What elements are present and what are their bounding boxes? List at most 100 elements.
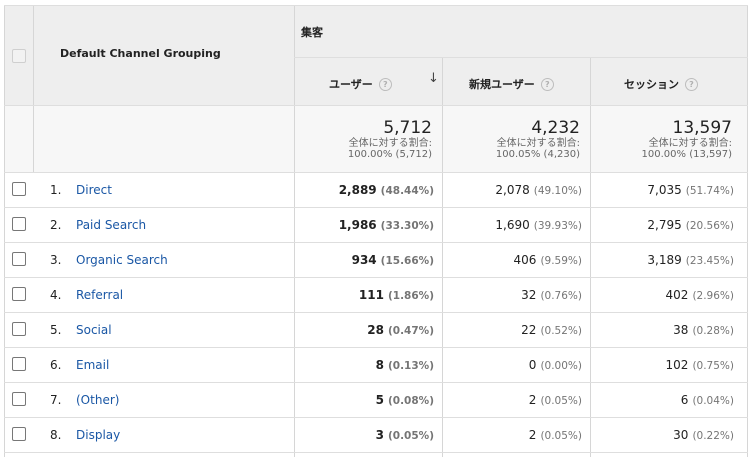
arrow-down-icon[interactable]: ↓ [428,71,439,86]
users-percent: (0.05%) [387,430,434,442]
channel-link[interactable]: Email [76,358,109,372]
users-percent: (48.44%) [380,185,434,197]
row-checkbox[interactable] [12,357,26,371]
table-row: 7. (Other) 5 (0.08%) 2 (0.05%) 6 (0.04%) [4,382,748,417]
channel-link[interactable]: Social [76,323,112,337]
sessions-column-label: セッション [624,78,679,91]
channel-link[interactable]: Organic Search [76,253,168,267]
users-column-header[interactable]: ユーザー? [329,76,392,92]
sessions-percent: (51.74%) [685,185,734,197]
new-users-percent: (0.05%) [540,430,582,442]
channel-link[interactable]: (Other) [76,393,119,407]
users-cell: 3 (0.05%) [376,428,434,442]
new-users-percent: (39.93%) [533,220,582,232]
sessions-total-value: 13,597 [672,118,732,138]
users-cell: 5 (0.08%) [376,393,434,407]
sessions-cell: 38 (0.28%) [673,323,734,337]
sessions-percent: (0.22%) [692,430,734,442]
sessions-cell: 7,035 (51.74%) [647,183,734,197]
row-checkbox[interactable] [12,322,26,336]
new-users-value: 1,690 [495,218,530,232]
sessions-value: 38 [673,323,689,337]
sessions-percent: (0.04%) [692,395,734,407]
new-users-percent: (49.10%) [533,185,582,197]
row-index: 6. [50,358,62,372]
users-cell: 8 (0.13%) [376,358,434,372]
new-users-cell: 2 (0.05%) [529,428,582,442]
table-row: 4. Referral 111 (1.86%) 32 (0.76%) 402 (2.9… [4,277,748,312]
new-users-value: 2 [528,428,537,442]
users-percent: (1.86%) [387,290,434,302]
sessions-value: 102 [665,358,689,372]
row-index: 4. [50,288,62,302]
channel-link[interactable]: Display [76,428,120,442]
channel-link[interactable]: Direct [76,183,112,197]
new-users-total-share: 100.05% (4,230) [495,149,580,160]
sessions-cell: 6 (0.04%) [681,393,734,407]
sessions-value: 402 [665,288,689,302]
sessions-percent: (20.56%) [685,220,734,232]
help-icon[interactable]: ? [685,78,698,91]
table-row: 5. Social 28 (0.47%) 22 (0.52%) 38 (0.28%) [4,312,748,347]
sessions-total: 13,597 全体に対する割合: 100.00% (13,597) [642,118,732,160]
row-index: 1. [50,183,62,197]
new-users-percent: (0.00%) [540,360,582,372]
sessions-value: 6 [680,393,689,407]
users-cell: 2,889 (48.44%) [339,183,434,197]
new-users-value: 406 [513,253,537,267]
users-percent: (15.66%) [380,255,434,267]
users-total-value: 5,712 [383,118,432,138]
channel-report-table: Default Channel Grouping 集客 ユーザー? ↓ 新規ユー… [4,5,748,457]
users-value: 8 [375,358,384,372]
new-users-column-label: 新規ユーザー [469,78,535,91]
table-row: 8. Display 3 (0.05%) 2 (0.05%) 30 (0.22%) [4,417,748,452]
channel-link[interactable]: Paid Search [76,218,146,232]
users-percent: (33.30%) [380,220,434,232]
new-users-value: 2,078 [495,183,530,197]
new-users-value: 2 [528,393,537,407]
dimension-header[interactable]: Default Channel Grouping [60,47,221,60]
new-users-percent: (0.05%) [540,395,582,407]
users-percent: (0.08%) [387,395,434,407]
users-total-share: 100.00% (5,712) [347,149,432,160]
users-value: 5 [375,393,384,407]
row-checkbox[interactable] [12,217,26,231]
new-users-cell: 2 (0.05%) [529,393,582,407]
new-users-column-header[interactable]: 新規ユーザー? [469,76,554,92]
users-value: 1,986 [338,218,377,232]
row-checkbox[interactable] [12,252,26,266]
table-row: 1. Direct 2,889 (48.44%) 2,078 (49.10%) 7,… [4,172,748,207]
new-users-cell: 0 (0.00%) [529,358,582,372]
sessions-cell: 102 (0.75%) [666,358,734,372]
row-index: 7. [50,393,62,407]
sessions-value: 30 [673,428,689,442]
users-percent: (0.47%) [387,325,434,337]
grid-line [4,105,748,106]
row-index: 8. [50,428,62,442]
sessions-cell: 3,189 (23.45%) [647,253,734,267]
new-users-cell: 2,078 (49.10%) [495,183,582,197]
sessions-percent: (2.96%) [692,290,734,302]
grid-line [4,5,748,6]
row-checkbox[interactable] [12,427,26,441]
users-value: 934 [351,253,377,267]
users-value: 111 [358,288,384,302]
help-icon[interactable]: ? [378,78,392,91]
sessions-cell: 2,795 (20.56%) [647,218,734,232]
select-all-checkbox[interactable] [12,49,26,63]
new-users-cell: 1,690 (39.93%) [495,218,582,232]
row-checkbox[interactable] [12,287,26,301]
grid-line [33,5,34,172]
help-icon[interactable]: ? [540,78,554,91]
sessions-value: 2,795 [647,218,682,232]
row-checkbox[interactable] [12,392,26,406]
sessions-total-share-label: 全体に対する割合: [648,138,732,149]
row-checkbox[interactable] [12,182,26,196]
users-percent: (0.13%) [387,360,434,372]
sessions-percent: (0.75%) [692,360,734,372]
grid-line [4,452,748,453]
sessions-column-header[interactable]: セッション? [624,76,698,92]
users-value: 3 [375,428,384,442]
channel-link[interactable]: Referral [76,288,123,302]
new-users-cell: 22 (0.52%) [521,323,582,337]
